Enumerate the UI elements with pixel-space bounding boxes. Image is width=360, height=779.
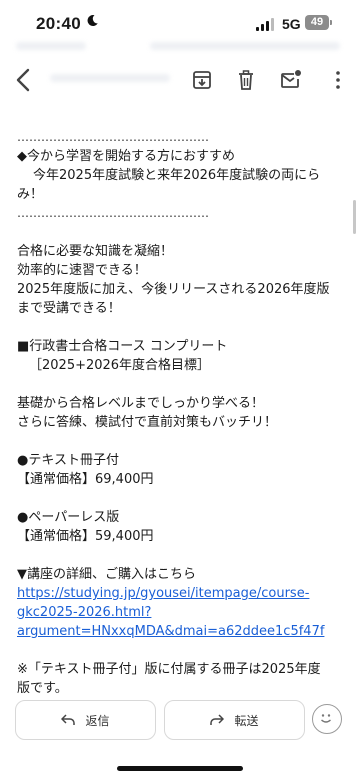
course-for-2: 今年2025年度試験と来年2026年度試験の両にら [33, 168, 321, 183]
reply-button[interactable]: 返信 [15, 700, 156, 740]
mark-unread-icon[interactable] [274, 64, 306, 96]
course-link-line-2[interactable]: gkc2025-2026.html? [17, 603, 347, 622]
archive-icon[interactable] [186, 64, 218, 96]
point-3: 2025年度版に加え、今後リリースされる2026年度版 [17, 282, 330, 297]
option-1-price: 【通常価格】69,400円 [17, 472, 154, 487]
desc-1: 基礎から合格レベルまでしっかり学べる！ [17, 396, 265, 411]
course-target: ［2025+2026年度合格目標］ [29, 358, 211, 373]
desc-2: さらに答練、模試付で直前対策もバッチリ！ [17, 415, 278, 430]
divider-line: ………………………………………… [17, 130, 209, 144]
action-bar: 返信 転送 [0, 700, 360, 744]
forward-button[interactable]: 転送 [164, 700, 305, 740]
battery-icon: 49 [305, 15, 329, 30]
moon-icon [86, 14, 99, 31]
note-2: 版です。 [17, 681, 68, 696]
course-link-line-1[interactable]: https://studying.jp/gyousei/itempage/cou… [17, 584, 347, 603]
signal-icon [256, 18, 276, 31]
status-time: 20:40 [36, 14, 81, 33]
course-for-3: み！ [17, 187, 44, 202]
more-vert-icon[interactable] [322, 64, 354, 96]
home-indicator [117, 766, 243, 771]
trash-icon[interactable] [230, 64, 262, 96]
forward-icon [210, 714, 225, 726]
course-name: ■行政書士合格コース コンプリート [17, 339, 228, 354]
network-label: 5G [282, 16, 301, 32]
status-bar: 20:40 5G 49 [0, 0, 360, 48]
note-1: ※「テキスト冊子付」版に付属する冊子は2025年度 [17, 662, 321, 677]
emoji-icon[interactable] [312, 704, 342, 734]
option-2-price: 【通常価格】59,400円 [17, 529, 154, 544]
course-for: ◆今から学習を開始する方におすすめ [17, 149, 235, 164]
course-link-line-3[interactable]: argument=HNxxqMDA&dmai=a62ddee1c5f47f [17, 622, 347, 641]
divider-line: ………………………………………… [17, 206, 209, 220]
point-2: 効率的に速習できる！ [17, 263, 147, 278]
point-1: 合格に必要な知識を凝縮！ [17, 244, 174, 259]
reply-icon [61, 714, 76, 726]
scrollbar[interactable] [353, 200, 356, 234]
detail-header: ▼講座の詳細、ご購入はこちら [17, 567, 196, 582]
forward-label: 転送 [234, 713, 259, 728]
blurred-header [150, 42, 340, 50]
email-body: ………………………………………… ◆今から学習を開始する方におすすめ 今年202… [17, 128, 347, 698]
option-2-name: ●ペーパーレス版 [17, 510, 120, 525]
toolbar [0, 58, 360, 102]
point-4: まで受講できる！ [17, 301, 121, 316]
back-arrow-icon[interactable] [8, 64, 40, 96]
battery-tip [330, 20, 332, 25]
blurred-header [16, 42, 86, 50]
reply-label: 返信 [85, 713, 110, 728]
option-1-name: ●テキスト冊子付 [17, 453, 119, 468]
